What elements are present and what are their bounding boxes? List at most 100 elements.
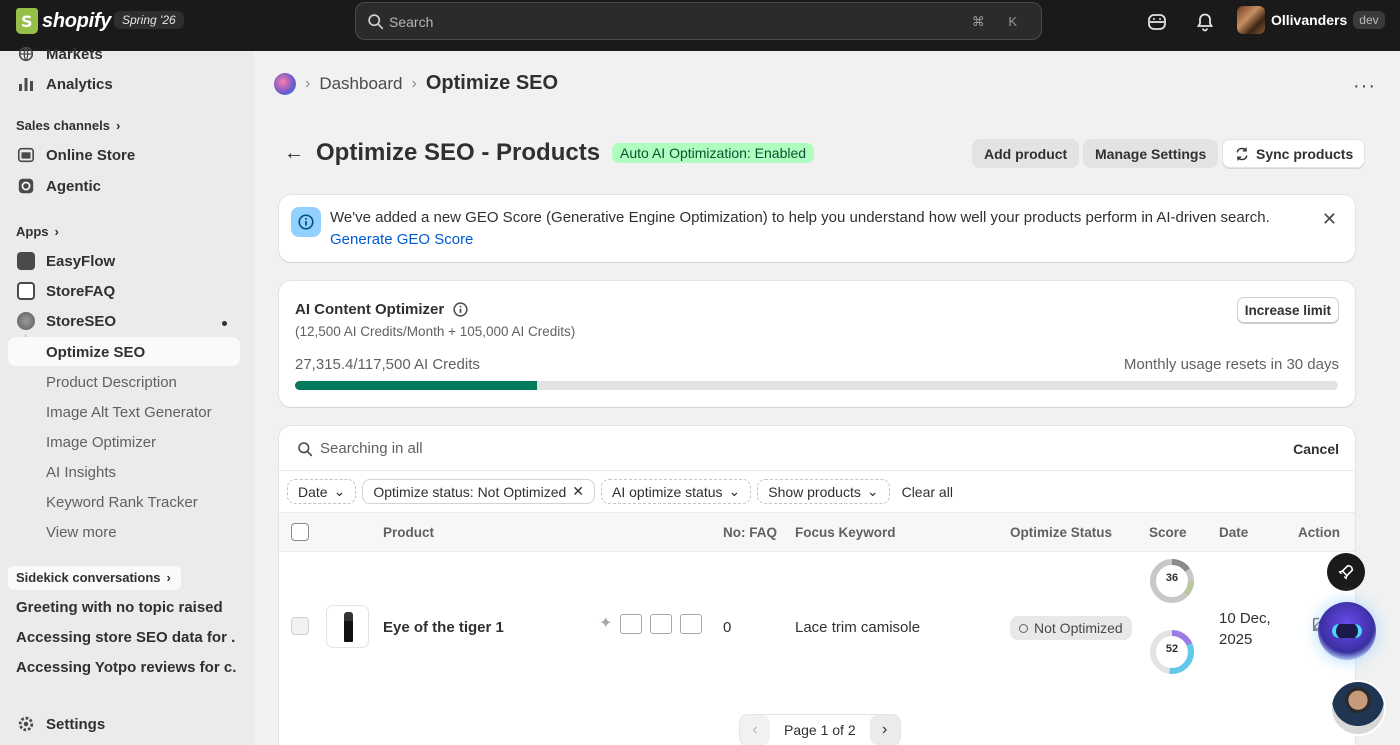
sidebar-item-analytics[interactable]: Analytics [16,75,113,93]
previous-page-button[interactable]: ‹ [740,715,770,745]
filter-label: AI optimize status [612,483,723,500]
sidebar-subitem-view-more[interactable]: View more [46,524,117,541]
date-line: 2025 [1219,631,1253,648]
filter-label: Optimize status: Not Optimized [373,483,567,500]
top-bar: shopify Spring '26 Search ⌘ K Ollivander… [0,0,1400,51]
conversation-item[interactable]: Greeting with no topic raised [16,599,236,616]
filter-ai-optimize-status[interactable]: AI optimize status ⌄ [601,479,752,504]
products-table-card: Searching in all Cancel Date ⌄ Optimize s… [279,426,1355,745]
ai-image-icon[interactable] [680,614,703,634]
pagination: ‹ Page 1 of 2 › [740,715,900,745]
sidebar-item-storefaq[interactable]: StoreFAQ [16,282,115,300]
store-avatar [1237,6,1265,34]
ai-meta-icon[interactable] [650,614,673,634]
section-label: Sidekick conversations [16,570,161,585]
ai-assistant-bot-button[interactable] [1318,602,1376,660]
unread-dot [222,321,227,326]
sync-icon [1236,147,1248,160]
info-icon [291,207,321,237]
gear-icon [16,715,36,733]
credits-progress-fill [295,381,538,390]
conversation-item[interactable]: Accessing store SEO data for ... [16,629,236,646]
store-icon [16,146,36,164]
back-arrow-icon[interactable]: ← [284,142,304,165]
add-product-button[interactable]: Add product [972,139,1080,168]
button-label: Sync products [1256,145,1354,162]
clear-all-filters-button[interactable]: Clear all [902,484,953,500]
sidebar-item-label: EasyFlow [46,252,116,270]
support-agent-avatar[interactable] [1330,680,1386,736]
table-search-input[interactable]: Searching in all Cancel [279,426,1355,471]
breadcrumb-dashboard-link[interactable]: Dashboard [319,74,402,94]
sidebar-item-settings[interactable]: Settings [16,715,105,733]
sync-products-button[interactable]: Sync products [1222,139,1366,168]
sidebar-subitem-ai-insights[interactable]: AI Insights [46,464,116,481]
geo-score-banner: We've added a new GEO Score (Generative … [279,195,1355,262]
ai-description-icon[interactable] [620,614,643,634]
rocket-icon [1338,564,1354,580]
next-page-button[interactable]: › [869,715,900,745]
sidebar-subitem-image-alt-text[interactable]: Image Alt Text Generator [46,404,212,421]
sidebar-item-label: StoreSEO [46,312,117,330]
section-label: Sales channels [16,118,110,133]
agentic-icon [16,177,36,195]
bar-chart-icon [16,75,36,93]
credits-progress-bar [295,381,1338,390]
seo-score-gauge: 36 [1149,558,1195,604]
sidebar-item-markets[interactable]: Markets [16,45,103,63]
column-header-score[interactable]: Score [1149,525,1187,540]
button-label: Add product [984,145,1068,162]
sidebar-item-agentic[interactable]: Agentic [16,177,101,195]
faq-count: 0 [723,619,732,636]
storeseo-icon [16,312,36,330]
column-header-status[interactable]: Optimize Status [1010,525,1112,540]
cancel-search-button[interactable]: Cancel [1293,441,1339,457]
bell-icon[interactable] [1195,12,1215,32]
global-search-input[interactable]: Search ⌘ K [355,2,1042,40]
sidebar-item-storeseo[interactable]: StoreSEO [16,312,116,330]
ai-content-optimizer-card: AI Content Optimizer (12,500 AI Credits/… [279,281,1355,407]
more-actions-icon[interactable]: ··· [1353,75,1376,98]
optimize-status-badge: Not Optimized [1010,616,1132,640]
sidebar-item-label: Online Store [46,146,136,164]
logo-text: shopify [42,9,112,32]
column-header-date[interactable]: Date [1219,525,1248,540]
sidebar-item-easyflow[interactable]: EasyFlow [16,252,115,270]
shopify-logo[interactable]: shopify [16,8,111,34]
row-checkbox[interactable] [291,617,309,635]
filter-optimize-status[interactable]: Optimize status: Not Optimized ✕ [362,479,595,504]
banner-text: We've added a new GEO Score (Generative … [330,209,1270,226]
sidekick-launcher-button[interactable] [1327,553,1365,591]
breadcrumb-separator: › [411,74,417,92]
manage-settings-button[interactable]: Manage Settings [1083,139,1219,168]
seo-score-value: 36 [1165,572,1179,584]
date-line: 10 Dec, [1219,610,1271,627]
sidebar-subitem-product-description[interactable]: Product Description [46,374,177,391]
info-circle-icon[interactable] [452,301,469,318]
column-header-product[interactable]: Product [383,525,434,540]
table-row[interactable]: Eye of the tiger 1 ✦ 0 Lace trim camisol… [279,553,1355,703]
apps-section[interactable]: Apps › [16,224,59,239]
section-label: Apps [16,224,49,239]
store-menu[interactable]: Ollivanders dev [1237,6,1385,34]
chevron-down-icon: ⌄ [866,483,879,499]
filter-date[interactable]: Date ⌄ [287,479,357,504]
close-icon[interactable]: ✕ [1322,209,1337,230]
conversation-item[interactable]: Accessing Yotpo reviews for c... [16,659,236,676]
sidekick-icon[interactable] [1147,12,1167,32]
remove-filter-icon[interactable]: ✕ [572,483,584,500]
sidebar-subitem-image-optimizer[interactable]: Image Optimizer [46,434,156,451]
increase-limit-button[interactable]: Increase limit [1236,297,1339,323]
generate-geo-score-link[interactable]: Generate GEO Score [330,231,473,248]
column-header-faq[interactable]: No: FAQ [723,525,777,540]
product-name[interactable]: Eye of the tiger 1 [383,619,504,636]
credits-title-text: AI Content Optimizer [295,301,445,318]
sidekick-conversations-header[interactable]: Sidekick conversations › [16,570,171,585]
column-header-keyword[interactable]: Focus Keyword [795,525,896,540]
sidebar-item-online-store[interactable]: Online Store [16,146,135,164]
sidebar-subitem-keyword-rank-tracker[interactable]: Keyword Rank Tracker [46,494,198,511]
sales-channels-section[interactable]: Sales channels › [16,118,120,133]
filter-show-products[interactable]: Show products ⌄ [757,479,890,504]
select-all-checkbox[interactable] [291,523,309,541]
sparkle-icon[interactable]: ✦ [599,614,612,634]
